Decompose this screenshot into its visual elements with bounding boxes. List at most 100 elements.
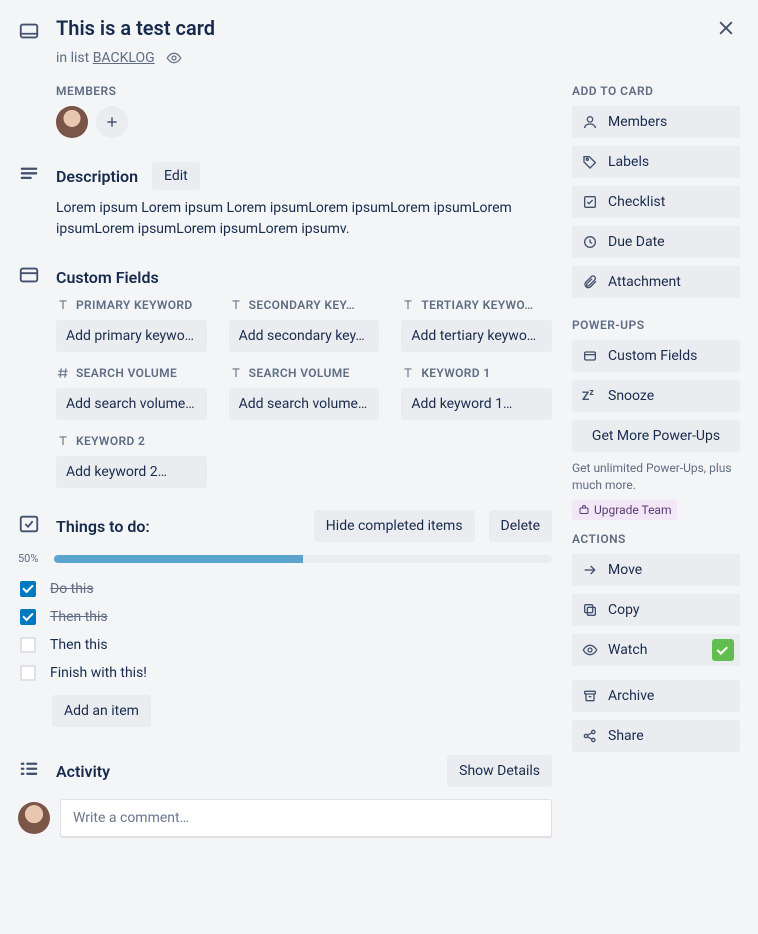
activity-icon bbox=[18, 758, 42, 784]
close-icon bbox=[716, 18, 736, 38]
eye-icon bbox=[582, 642, 598, 658]
close-button[interactable] bbox=[712, 14, 740, 42]
briefcase-icon bbox=[578, 504, 590, 516]
custom-field-input[interactable]: Add keyword 2… bbox=[56, 456, 207, 488]
card-small-icon bbox=[582, 348, 598, 364]
powerups-heading: POWER-UPS bbox=[572, 318, 740, 332]
text-icon bbox=[229, 366, 243, 380]
powerup-snooze-button[interactable]: Zz Snooze bbox=[572, 380, 740, 412]
checklist-icon bbox=[18, 513, 42, 539]
custom-field-label: TERTIARY KEYWO… bbox=[401, 298, 552, 312]
archive-icon bbox=[582, 688, 598, 704]
description-heading: Description bbox=[56, 167, 138, 186]
add-members-button[interactable]: Members bbox=[572, 106, 740, 138]
checklist-item: Do this bbox=[18, 575, 552, 603]
checklist-checkbox[interactable] bbox=[20, 581, 36, 597]
description-text[interactable]: Lorem ipsum Lorem ipsum Lorem ipsumLorem… bbox=[56, 198, 552, 240]
snooze-icon: Zz bbox=[582, 388, 598, 404]
checklist-heading[interactable]: Things to do: bbox=[56, 517, 300, 536]
text-icon bbox=[56, 434, 70, 448]
custom-field-label: SEARCH VOLUME bbox=[56, 366, 207, 380]
checklist-checkbox[interactable] bbox=[20, 637, 36, 653]
custom-field-item: SEARCH VOLUME Add search volume… bbox=[229, 366, 380, 420]
custom-field-item: SECONDARY KEY… Add secondary key… bbox=[229, 298, 380, 352]
description-icon bbox=[18, 163, 42, 189]
custom-field-item: SEARCH VOLUME Add search volume… bbox=[56, 366, 207, 420]
members-heading: MEMBERS bbox=[56, 84, 552, 98]
plus-icon bbox=[105, 115, 119, 129]
checklist-items: Do this Then this Then this Finish with thi… bbox=[18, 575, 552, 687]
add-labels-button[interactable]: Labels bbox=[572, 146, 740, 178]
checklist-item: Then this bbox=[18, 631, 552, 659]
custom-field-input[interactable]: Add keyword 1… bbox=[401, 388, 552, 420]
card-title[interactable]: This is a test card bbox=[56, 16, 215, 40]
custom-field-input[interactable]: Add search volume… bbox=[56, 388, 207, 420]
show-details-button[interactable]: Show Details bbox=[447, 755, 552, 787]
list-link[interactable]: BACKLOG bbox=[93, 50, 155, 66]
text-icon bbox=[229, 298, 243, 312]
add-attachment-button[interactable]: Attachment bbox=[572, 266, 740, 298]
card-list-location: in list BACKLOG bbox=[56, 50, 740, 66]
powerup-custom-fields-button[interactable]: Custom Fields bbox=[572, 340, 740, 372]
add-checklist-button[interactable]: Checklist bbox=[572, 186, 740, 218]
watch-check-icon bbox=[712, 639, 734, 661]
checklist-checkbox[interactable] bbox=[20, 609, 36, 625]
checklist-item-text[interactable]: Then this bbox=[50, 609, 108, 625]
paperclip-icon bbox=[582, 274, 598, 290]
custom-field-label: KEYWORD 1 bbox=[401, 366, 552, 380]
checklist-item: Finish with this! bbox=[18, 659, 552, 687]
checklist-item-text[interactable]: Then this bbox=[50, 637, 108, 653]
checklist-item-text[interactable]: Do this bbox=[50, 581, 94, 597]
user-icon bbox=[582, 114, 598, 130]
checklist-progress-bar bbox=[54, 555, 552, 563]
custom-field-item: KEYWORD 1 Add keyword 1… bbox=[401, 366, 552, 420]
upgrade-team-button[interactable]: Upgrade Team bbox=[572, 500, 677, 520]
move-button[interactable]: Move bbox=[572, 554, 740, 586]
custom-field-item: PRIMARY KEYWORD Add primary keywo… bbox=[56, 298, 207, 352]
powerups-note: Get unlimited Power-Ups, plus much more. bbox=[572, 460, 740, 494]
custom-field-item: TERTIARY KEYWO… Add tertiary keywo… bbox=[401, 298, 552, 352]
current-user-avatar bbox=[18, 802, 50, 834]
watch-button[interactable]: Watch bbox=[572, 634, 740, 666]
text-icon bbox=[401, 298, 415, 312]
text-icon bbox=[56, 298, 70, 312]
edit-description-button[interactable]: Edit bbox=[152, 162, 200, 190]
clock-icon bbox=[582, 234, 598, 250]
delete-checklist-button[interactable]: Delete bbox=[489, 510, 552, 542]
share-icon bbox=[582, 728, 598, 744]
card-detail-dialog: This is a test card in list BACKLOG MEMB… bbox=[0, 0, 758, 861]
add-due-date-button[interactable]: Due Date bbox=[572, 226, 740, 258]
custom-field-label: SECONDARY KEY… bbox=[229, 298, 380, 312]
arrow-right-icon bbox=[582, 562, 598, 578]
checklist-checkbox[interactable] bbox=[20, 665, 36, 681]
custom-field-label: SEARCH VOLUME bbox=[229, 366, 380, 380]
copy-icon bbox=[582, 602, 598, 618]
member-avatar[interactable] bbox=[56, 106, 88, 138]
hide-completed-button[interactable]: Hide completed items bbox=[314, 510, 475, 542]
get-more-powerups-button[interactable]: Get More Power-Ups bbox=[572, 420, 740, 452]
custom-field-input[interactable]: Add tertiary keywo… bbox=[401, 320, 552, 352]
archive-button[interactable]: Archive bbox=[572, 680, 740, 712]
number-icon bbox=[56, 366, 70, 380]
checklist-progress-percent: 50% bbox=[18, 552, 46, 565]
custom-field-input[interactable]: Add secondary key… bbox=[229, 320, 380, 352]
activity-heading: Activity bbox=[56, 762, 433, 781]
custom-fields-icon bbox=[18, 264, 42, 290]
comment-input[interactable]: Write a comment… bbox=[60, 799, 552, 837]
add-to-card-heading: ADD TO CARD bbox=[572, 84, 740, 98]
custom-fields-heading: Custom Fields bbox=[56, 268, 159, 287]
copy-button[interactable]: Copy bbox=[572, 594, 740, 626]
share-button[interactable]: Share bbox=[572, 720, 740, 752]
checklist-item: Then this bbox=[18, 603, 552, 631]
custom-field-label: PRIMARY KEYWORD bbox=[56, 298, 207, 312]
watching-indicator-icon[interactable] bbox=[166, 50, 182, 66]
text-icon bbox=[401, 366, 415, 380]
add-checklist-item-button[interactable]: Add an item bbox=[52, 695, 151, 727]
custom-field-input[interactable]: Add search volume… bbox=[229, 388, 380, 420]
checklist-item-text[interactable]: Finish with this! bbox=[50, 665, 147, 681]
custom-field-input[interactable]: Add primary keywo… bbox=[56, 320, 207, 352]
add-member-button[interactable] bbox=[96, 106, 128, 138]
checklist-small-icon bbox=[582, 194, 598, 210]
actions-heading: ACTIONS bbox=[572, 532, 740, 546]
card-icon bbox=[18, 20, 42, 46]
